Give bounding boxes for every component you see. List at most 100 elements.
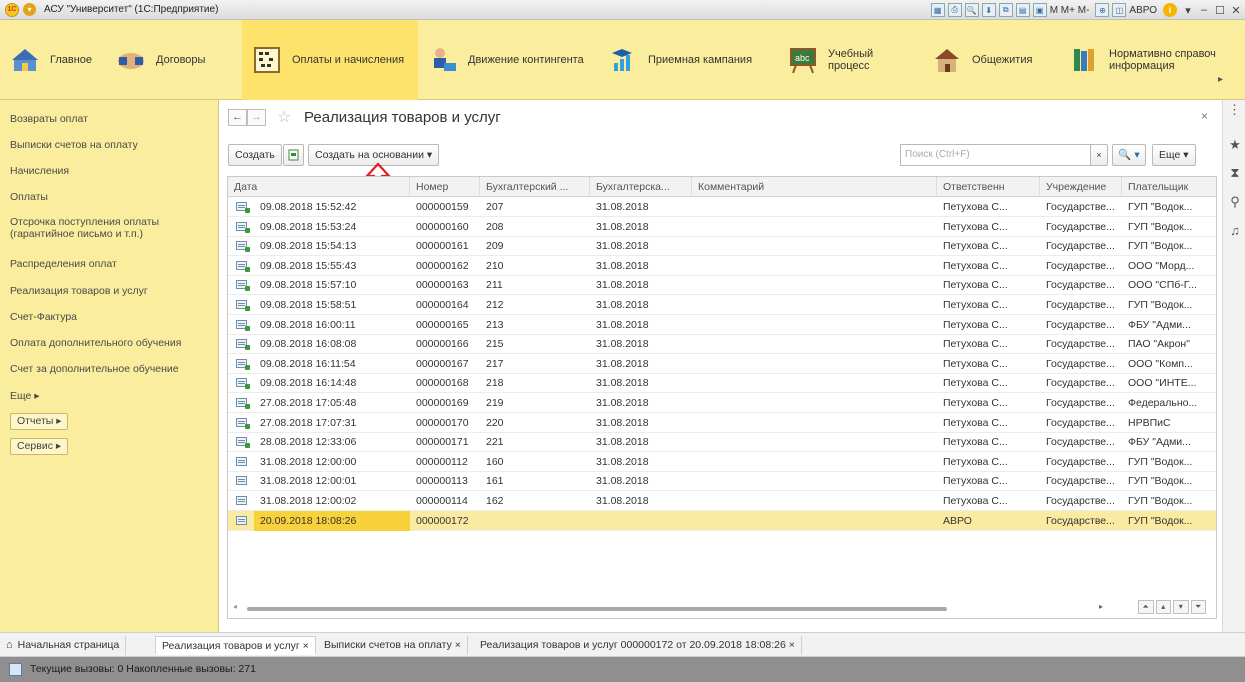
last-row-icon[interactable]: ⏷ [1190, 600, 1206, 614]
search-icon[interactable]: ⚲ [1228, 195, 1242, 209]
table-row[interactable]: 27.08.2018 17:07:31 000000170 220 31.08.201… [228, 413, 1216, 433]
windows-icon[interactable]: ◫ [1112, 3, 1127, 17]
table-row[interactable]: 20.09.2018 18:08:26 000000172 АВРО Государс… [228, 510, 1216, 531]
table-row[interactable]: 09.08.2018 15:52:42 000000159 207 31.08.201… [228, 197, 1216, 217]
service-button[interactable]: Сервис ▸ [10, 438, 69, 455]
zoom-icon[interactable]: ⊕ [1095, 3, 1110, 17]
minimize-icon[interactable]: – [1197, 4, 1211, 16]
forward-button[interactable]: → [247, 109, 266, 126]
table-cell-date: 31.08.2018 12:00:01 [260, 475, 357, 488]
menu-arrow-icon[interactable]: ▾ [1181, 4, 1195, 17]
section-reference[interactable]: Нормативно справоч информация ▸ [1059, 20, 1225, 100]
table-row[interactable]: 09.08.2018 15:58:51 000000164 212 31.08.201… [228, 295, 1216, 315]
table-cell-number: 000000166 [416, 338, 469, 351]
column-responsible[interactable]: Ответственн [937, 177, 1040, 197]
tab-sales-list[interactable]: Реализация товаров и услуг × [155, 636, 316, 655]
first-row-icon[interactable]: ⏶ [1138, 600, 1154, 614]
table-cell-acc-num: 215 [486, 338, 504, 351]
nav-item-extra-education-invoice[interactable]: Счет за дополнительное обучение [10, 363, 179, 375]
section-payments[interactable]: Оплаты и начисления [242, 19, 418, 100]
nav-item-refunds[interactable]: Возвраты оплат [10, 113, 88, 125]
back-button[interactable]: ← [228, 109, 247, 126]
table-cell-payer: ГУП "Водок... [1128, 495, 1193, 507]
calendar-icon[interactable]: ▣ [1032, 3, 1047, 17]
tab-invoice-extracts[interactable]: Выписки счетов на оплату × [318, 636, 468, 655]
column-number[interactable]: Номер [410, 177, 480, 197]
column-acc-date[interactable]: Бухгалтерска... [590, 177, 692, 197]
next-row-icon[interactable]: ▾ [1173, 600, 1189, 614]
scroll-thumb[interactable] [247, 607, 947, 611]
grid-icon[interactable]: ▦ [930, 3, 945, 17]
nav-item-extra-education-payment[interactable]: Оплата дополнительного обучения [10, 337, 181, 349]
table-row[interactable]: 09.08.2018 16:11:54 000000167 217 31.08.201… [228, 354, 1216, 374]
table-cell-comment [692, 197, 937, 217]
user-name[interactable]: АВРО [1129, 5, 1157, 16]
nav-item-payment-deferral[interactable]: Отсрочка поступления оплаты (гарантийное… [10, 216, 200, 240]
notifications-bell-icon[interactable]: ♫ [1228, 224, 1242, 238]
copy-icon[interactable]: ⧉ [998, 3, 1013, 17]
nav-item-payment-distribution[interactable]: Распределения оплат [10, 258, 117, 270]
print-icon[interactable]: ⎙ [947, 3, 962, 17]
nav-item-invoice-extracts[interactable]: Выписки счетов на оплату [10, 139, 138, 151]
refresh-button[interactable] [283, 144, 304, 166]
table-row[interactable]: 09.08.2018 15:55:43 000000162 210 31.08.201… [228, 256, 1216, 276]
table-row[interactable]: 09.08.2018 15:57:10 000000163 211 31.08.201… [228, 275, 1216, 296]
apps-grid-icon[interactable]: ⋮⋮ [1228, 103, 1245, 117]
scroll-right-arrow-icon[interactable]: ▸ [1099, 602, 1103, 611]
save-icon[interactable]: ⬇ [981, 3, 996, 17]
table-row[interactable]: 09.08.2018 15:54:13 000000161 209 31.08.201… [228, 236, 1216, 257]
clear-search-button[interactable]: × [1090, 144, 1108, 166]
info-icon[interactable]: i [1163, 3, 1177, 17]
table-row[interactable]: 28.08.2018 12:33:06 000000171 221 31.08.201… [228, 432, 1216, 453]
column-acc-number[interactable]: Бухгалтерский ... [480, 177, 590, 197]
close-form-icon[interactable]: × [1201, 109, 1208, 123]
section-admission[interactable]: Приемная кампания [598, 20, 778, 100]
tab-sales-document[interactable]: Реализация товаров и услуг 000000172 от … [474, 636, 802, 655]
table-row[interactable]: 31.08.2018 12:00:02 000000114 162 31.08.201… [228, 491, 1216, 511]
search-button[interactable]: 🔍 ▾ [1112, 144, 1146, 166]
table-cell-acc-date: 31.08.2018 [596, 338, 649, 351]
favorites-star-icon[interactable]: ★ [1228, 138, 1242, 152]
column-institution[interactable]: Учреждение [1040, 177, 1122, 197]
scroll-left-icon[interactable]: ◂ [233, 602, 237, 611]
table-row[interactable]: 27.08.2018 17:05:48 000000169 219 31.08.201… [228, 393, 1216, 413]
nav-item-sales[interactable]: Реализация товаров и услуг [10, 285, 148, 297]
nav-item-payments[interactable]: Оплаты [10, 191, 48, 203]
nav-item-more[interactable]: Еще ▸ [10, 390, 40, 402]
table-row[interactable]: 09.08.2018 16:08:08 000000166 215 31.08.201… [228, 334, 1216, 355]
main-menu-icon[interactable]: ▾ [23, 3, 36, 16]
section-contingent[interactable]: Движение контингента [418, 20, 598, 100]
prev-row-icon[interactable]: ▴ [1155, 600, 1171, 614]
favorite-star-icon[interactable]: ☆ [277, 107, 291, 127]
tab-home[interactable]: ⌂ Начальная страница [0, 636, 127, 655]
table-row[interactable]: 09.08.2018 16:14:48 000000168 218 31.08.201… [228, 373, 1216, 394]
section-contracts[interactable]: Договоры [106, 20, 242, 100]
reports-button[interactable]: Отчеты ▸ [10, 413, 69, 430]
history-icon[interactable]: ⧗ [1228, 166, 1242, 180]
maximize-icon[interactable]: ☐ [1213, 4, 1227, 17]
search-input[interactable]: Поиск (Ctrl+F) [900, 144, 1095, 166]
table-row[interactable]: 09.08.2018 15:53:24 000000160 208 31.08.201… [228, 217, 1216, 237]
create-button[interactable]: Создать [228, 144, 282, 166]
column-date[interactable]: Дата [228, 177, 410, 197]
nav-item-invoice-factura[interactable]: Счет-Фактура [10, 311, 77, 323]
table-row[interactable]: 31.08.2018 12:00:01 000000113 161 31.08.201… [228, 471, 1216, 492]
section-dormitories[interactable]: Общежития [922, 20, 1059, 100]
column-payer[interactable]: Плательщик [1122, 177, 1216, 197]
table-row[interactable]: 09.08.2018 16:00:11 000000165 213 31.08.201… [228, 315, 1216, 335]
performance-icon[interactable] [9, 663, 22, 676]
column-comment[interactable]: Комментарий [692, 177, 937, 197]
section-main[interactable]: Главное [0, 20, 106, 100]
table-icon[interactable]: ▤ [1015, 3, 1030, 17]
memory-buttons[interactable]: M M+ M- [1050, 5, 1090, 16]
scroll-right-icon[interactable]: ▸ [1218, 74, 1223, 85]
section-study[interactable]: abc Учебный процесс [778, 20, 922, 100]
horizontal-scrollbar[interactable]: ◂ ▸ [227, 600, 1107, 616]
1c-logo-icon[interactable]: 1С [5, 2, 19, 17]
preview-icon[interactable]: 🔍 [964, 3, 979, 17]
close-window-icon[interactable]: ✕ [1229, 4, 1243, 17]
posted-document-icon [236, 378, 250, 390]
table-row[interactable]: 31.08.2018 12:00:00 000000112 160 31.08.201… [228, 452, 1216, 472]
more-button[interactable]: Еще ▾ [1152, 144, 1196, 166]
nav-item-accruals[interactable]: Начисления [10, 165, 69, 177]
